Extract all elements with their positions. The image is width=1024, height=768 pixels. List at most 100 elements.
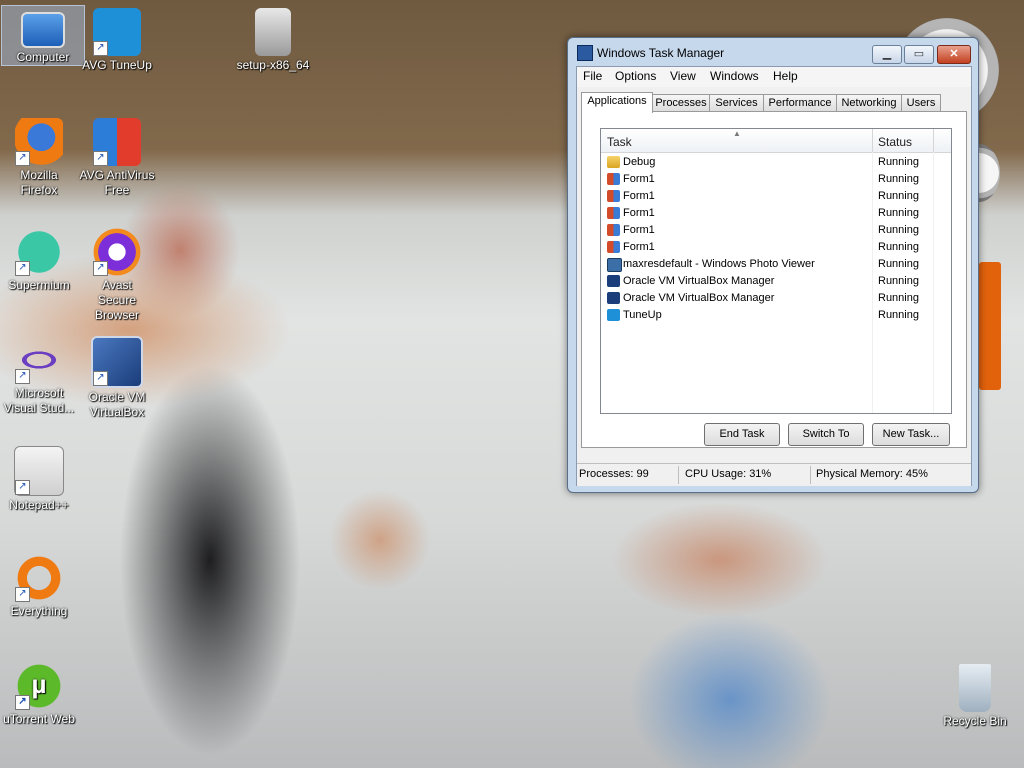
- virtualbox-icon: ↗: [91, 336, 143, 388]
- task-name: Form1: [623, 190, 655, 202]
- desktop-icon-avg-tuneup[interactable]: ↗ AVG TuneUp: [76, 8, 158, 73]
- menu-help[interactable]: Help: [773, 69, 798, 83]
- task-row[interactable]: Debug Running: [601, 154, 951, 171]
- task-status: Running: [878, 309, 919, 321]
- column-divider[interactable]: [872, 129, 873, 152]
- shortcut-arrow-icon: ↗: [15, 151, 30, 166]
- task-status: Running: [878, 173, 919, 185]
- desktop-icon-setup[interactable]: setup-x86_64: [232, 8, 314, 73]
- applications-panel: ▲ Task Status Debug Running Form1 Runnin…: [581, 111, 967, 448]
- task-name: Debug: [623, 156, 656, 168]
- task-row[interactable]: Form1 Running: [601, 222, 951, 239]
- desktop-icon-utorrent[interactable]: µ ↗ uTorrent Web: [0, 662, 80, 727]
- recycle-bin-icon: [959, 664, 991, 712]
- desktop-icon-computer[interactable]: Computer: [1, 5, 85, 66]
- task-name: Oracle VM VirtualBox Manager: [623, 292, 775, 304]
- column-header-status[interactable]: Status: [878, 135, 912, 149]
- status-cpu-usage: CPU Usage: 31%: [685, 468, 772, 480]
- form-app-icon: [607, 241, 620, 253]
- shortcut-arrow-icon: ↗: [93, 41, 108, 56]
- task-row[interactable]: Form1 Running: [601, 205, 951, 222]
- task-row[interactable]: Form1 Running: [601, 171, 951, 188]
- desktop-icon-avast-browser[interactable]: ↗ Avast Secure Browser: [76, 228, 158, 323]
- task-status: Running: [878, 190, 919, 202]
- shortcut-arrow-icon: ↗: [93, 261, 108, 276]
- title-bar[interactable]: Windows Task Manager ▁ ▭ ✕: [568, 38, 978, 66]
- task-name: TuneUp: [623, 309, 662, 321]
- tab-processes[interactable]: Processes: [652, 94, 710, 112]
- shortcut-arrow-icon: ↗: [93, 371, 108, 386]
- task-name: Form1: [623, 207, 655, 219]
- task-row[interactable]: TuneUp Running: [601, 307, 951, 324]
- desktop-icon-avg-antivirus[interactable]: ↗ AVG AntiVirus Free: [76, 118, 158, 198]
- avg-tuneup-icon: ↗: [93, 8, 141, 56]
- form-app-icon: [607, 173, 620, 185]
- close-button[interactable]: ✕: [937, 45, 971, 64]
- desktop-icon-label: Oracle VM VirtualBox: [88, 390, 146, 419]
- desktop-icon-everything[interactable]: ↗ Everything: [0, 554, 80, 619]
- computer-icon: [21, 12, 65, 48]
- task-row[interactable]: Form1 Running: [601, 188, 951, 205]
- desktop-icon-supermium[interactable]: ↗ Supermium: [0, 228, 80, 293]
- task-row[interactable]: Form1 Running: [601, 239, 951, 256]
- task-status: Running: [878, 241, 919, 253]
- new-task-button[interactable]: New Task...: [872, 423, 950, 446]
- task-status: Running: [878, 156, 919, 168]
- column-header-task[interactable]: Task: [607, 135, 632, 149]
- task-name: maxresdefault - Windows Photo Viewer: [623, 258, 815, 270]
- shortcut-arrow-icon: ↗: [15, 261, 30, 276]
- desktop-icon-visual-studio[interactable]: ↗ Microsoft Visual Stud...: [0, 336, 80, 416]
- desktop-icon-label: Microsoft Visual Stud...: [3, 386, 75, 415]
- status-divider: [678, 466, 679, 484]
- maximize-button[interactable]: ▭: [904, 45, 934, 64]
- end-task-button[interactable]: End Task: [704, 423, 780, 446]
- desktop-icon-firefox[interactable]: ↗ Mozilla Firefox: [0, 118, 80, 198]
- task-row[interactable]: Oracle VM VirtualBox Manager Running: [601, 273, 951, 290]
- column-divider[interactable]: [933, 129, 934, 152]
- status-bar: Processes: 99 CPU Usage: 31% Physical Me…: [577, 463, 971, 486]
- switch-to-button[interactable]: Switch To: [788, 423, 864, 446]
- calendar-gadget[interactable]: [979, 262, 1001, 390]
- task-status: Running: [878, 207, 919, 219]
- menu-options[interactable]: Options: [615, 69, 656, 83]
- photo-viewer-icon: [607, 258, 622, 272]
- menu-file[interactable]: File: [583, 69, 602, 83]
- task-row[interactable]: maxresdefault - Windows Photo Viewer Run…: [601, 256, 951, 273]
- form-app-icon: [607, 224, 620, 236]
- shortcut-arrow-icon: ↗: [15, 587, 30, 602]
- task-name: Form1: [623, 241, 655, 253]
- task-row[interactable]: Oracle VM VirtualBox Manager Running: [601, 290, 951, 307]
- desktop-icon-label: Recycle Bin: [943, 714, 1007, 728]
- desktop-icon-recycle-bin[interactable]: Recycle Bin: [934, 664, 1016, 729]
- tab-services[interactable]: Services: [709, 94, 764, 112]
- window-body: File Options View Windows Help Applicati…: [576, 66, 972, 486]
- setup-installer-icon: [255, 8, 291, 56]
- tab-networking[interactable]: Networking: [836, 94, 902, 112]
- desktop-icon-label: Notepad++: [9, 498, 69, 512]
- form-app-icon: [607, 207, 620, 219]
- supermium-icon: ↗: [15, 228, 63, 276]
- desktop-icon-notepad-plus-plus[interactable]: ↗ Notepad++: [0, 446, 80, 513]
- status-physical-memory: Physical Memory: 45%: [816, 468, 928, 480]
- visual-studio-icon: ↗: [15, 336, 63, 384]
- task-list[interactable]: ▲ Task Status Debug Running Form1 Runnin…: [600, 128, 952, 414]
- window-title: Windows Task Manager: [597, 46, 725, 60]
- desktop-icon-label: uTorrent Web: [3, 712, 75, 726]
- menu-windows[interactable]: Windows: [710, 69, 759, 83]
- tab-users[interactable]: Users: [901, 94, 941, 112]
- firefox-icon: ↗: [15, 118, 63, 166]
- tuneup-icon: [607, 309, 620, 321]
- tab-performance[interactable]: Performance: [763, 94, 837, 112]
- task-status: Running: [878, 224, 919, 236]
- desktop-icon-label: setup-x86_64: [236, 58, 310, 72]
- task-name: Form1: [623, 173, 655, 185]
- desktop: Computer ↗ AVG TuneUp setup-x86_64 ↗ Moz…: [0, 0, 1024, 768]
- status-divider: [810, 466, 811, 484]
- menu-view[interactable]: View: [670, 69, 696, 83]
- task-manager-window[interactable]: Windows Task Manager ▁ ▭ ✕ File Options …: [567, 37, 979, 493]
- tab-applications[interactable]: Applications: [581, 92, 653, 113]
- desktop-icon-virtualbox[interactable]: ↗ Oracle VM VirtualBox: [76, 336, 158, 420]
- minimize-button[interactable]: ▁: [872, 45, 902, 64]
- status-processes: Processes: 99: [579, 468, 649, 480]
- task-status: Running: [878, 275, 919, 287]
